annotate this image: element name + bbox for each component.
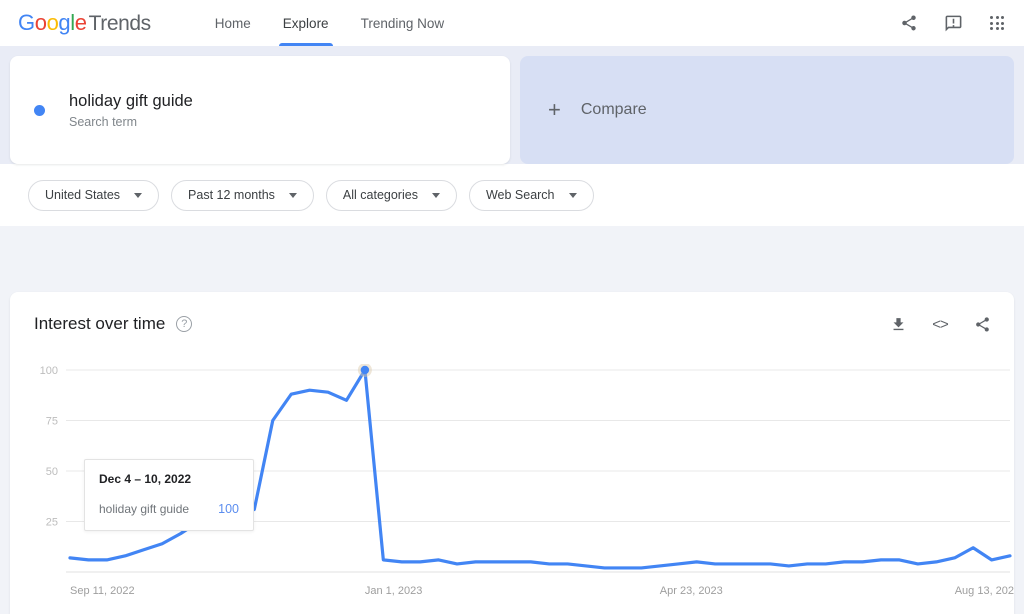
chart-tooltip: Dec 4 – 10, 2022 holiday gift guide 100 <box>84 459 254 531</box>
x-axis-tick-label: Sep 11, 2022 <box>70 585 135 597</box>
plus-icon: + <box>548 97 561 122</box>
nav-item-explore[interactable]: Explore <box>267 0 345 46</box>
location-filter-label: United States <box>45 188 121 202</box>
help-icon[interactable]: ? <box>176 316 193 332</box>
y-axis-tick-label: 25 <box>46 517 58 529</box>
category-filter[interactable]: All categories <box>325 179 457 211</box>
time-range-filter-label: Past 12 months <box>188 188 275 202</box>
download-csv-icon[interactable] <box>888 314 908 334</box>
chart-actions: <> <box>888 314 992 334</box>
chevron-down-icon <box>568 192 577 198</box>
chart-x-axis-labels: Sep 11, 2022 Jan 1, 2023 Apr 23, 2023 Aug 1… <box>70 585 1014 597</box>
logo-letter-e: e <box>74 10 87 35</box>
share-chart-icon[interactable] <box>972 314 992 334</box>
logo-letter-g2: g <box>58 10 71 35</box>
chart-title: Interest over time <box>34 314 166 333</box>
search-term-subtitle: Search term <box>69 114 138 129</box>
compare-label: Compare <box>580 101 647 118</box>
chevron-down-icon <box>134 192 143 198</box>
series-color-dot <box>34 104 45 116</box>
compare-card[interactable]: + Compare <box>520 56 1014 164</box>
logo-letter-g: G <box>18 10 35 35</box>
highlight-point <box>360 365 370 375</box>
tooltip-row: holiday gift guide 100 <box>99 502 239 516</box>
nav-item-home[interactable]: Home <box>199 0 267 46</box>
time-range-filter[interactable]: Past 12 months <box>171 179 314 211</box>
search-type-filter[interactable]: Web Search <box>468 179 594 211</box>
filters-bar: United States Past 12 months All categor… <box>0 164 1024 226</box>
search-term-text: holiday gift guide Search term <box>69 92 193 129</box>
chevron-down-icon <box>431 192 440 198</box>
x-axis-tick-label: Jan 1, 2023 <box>365 585 423 597</box>
y-axis-tick-label: 50 <box>46 466 58 478</box>
tooltip-value: 100 <box>218 502 239 516</box>
y-axis-tick-label: 75 <box>46 416 58 428</box>
search-term-title: holiday gift guide <box>69 91 193 110</box>
category-filter-label: All categories <box>342 188 418 202</box>
google-trends-logo[interactable]: Google Trends <box>18 10 151 36</box>
feedback-icon[interactable] <box>942 12 964 34</box>
y-axis-tick-label: 100 <box>40 365 58 377</box>
content-gap <box>0 226 1024 254</box>
chart-y-axis-labels: 25 50 75 100 <box>40 365 58 529</box>
location-filter[interactable]: United States <box>28 179 160 211</box>
chevron-down-icon <box>288 192 297 198</box>
x-axis-tick-label: Apr 23, 2023 <box>660 585 723 597</box>
apps-grid-icon[interactable] <box>986 12 1008 34</box>
main-nav: Home Explore Trending Now <box>199 0 460 46</box>
search-term-card[interactable]: holiday gift guide Search term <box>10 56 510 164</box>
nav-item-trending-now[interactable]: Trending Now <box>345 0 461 46</box>
embed-code-label: <> <box>932 315 949 333</box>
app-header: Google Trends Home Explore Trending Now <box>0 0 1024 46</box>
x-axis-tick-label: Aug 13, 2023 <box>955 585 1014 597</box>
chart-header: Interest over time ? <> <box>10 292 1014 334</box>
search-type-filter-label: Web Search <box>485 188 555 202</box>
tooltip-series-name: holiday gift guide <box>99 502 190 516</box>
share-icon[interactable] <box>898 12 920 34</box>
logo-product-name: Trends <box>88 12 152 35</box>
header-actions <box>898 12 1008 34</box>
interest-over-time-card: Interest over time ? <> 25 50 75 100 Sep 11… <box>10 292 1014 614</box>
tooltip-date: Dec 4 – 10, 2022 <box>99 472 192 486</box>
embed-code-icon[interactable]: <> <box>930 314 950 334</box>
logo-letter-o1: o <box>34 10 47 35</box>
search-terms-row: holiday gift guide Search term + Compare <box>0 46 1024 164</box>
logo-letter-o2: o <box>46 10 59 35</box>
